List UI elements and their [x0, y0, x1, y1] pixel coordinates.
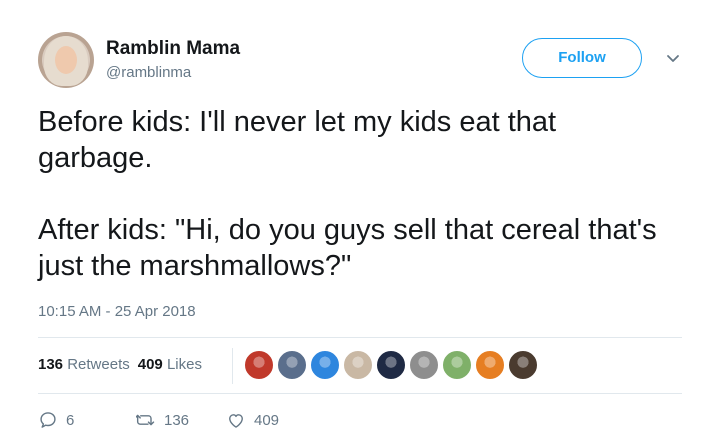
stats-separator	[232, 348, 233, 384]
reply-count: 6	[66, 411, 75, 429]
tweet-text-line-2: After kids: "Hi, do you guys sell that c…	[38, 214, 657, 282]
tweet-text: Before kids: I'll never let my kids eat …	[38, 104, 678, 284]
tweet-card: Ramblin Mama @ramblinma Follow Before ki…	[0, 0, 720, 441]
like-action[interactable]: 409	[226, 408, 279, 432]
likes-count: 409	[137, 356, 163, 373]
liker-avatar-7[interactable]	[442, 350, 472, 380]
retweets-label: Retweets	[67, 356, 130, 373]
tweet-timestamp[interactable]: 10:15 AM - 25 Apr 2018	[38, 303, 196, 320]
liker-avatar-1[interactable]	[244, 350, 274, 380]
retweet-count: 136	[164, 411, 190, 429]
liker-avatar-8[interactable]	[475, 350, 505, 380]
tweet-text-line-1: Before kids: I'll never let my kids eat …	[38, 106, 557, 174]
divider	[38, 393, 682, 394]
reply-icon	[40, 412, 56, 428]
liker-avatar-9[interactable]	[508, 350, 538, 380]
liker-avatar-2[interactable]	[277, 350, 307, 380]
liker-avatar-5[interactable]	[376, 350, 406, 380]
likes-stat[interactable]: 409 Likes	[138, 356, 202, 373]
author-handle[interactable]: @ramblinma	[106, 64, 191, 81]
retweet-action[interactable]: 136	[136, 408, 189, 432]
chevron-down-icon[interactable]	[666, 54, 680, 64]
like-count: 409	[254, 411, 280, 429]
liker-avatar-4[interactable]	[343, 350, 373, 380]
heart-icon	[229, 414, 243, 428]
retweets-count: 136	[38, 356, 64, 373]
likes-label: Likes	[166, 356, 202, 373]
author-avatar[interactable]	[38, 32, 94, 88]
divider	[38, 337, 682, 338]
reply-action[interactable]: 6	[38, 408, 74, 432]
retweet-icon	[136, 414, 155, 426]
retweets-stat[interactable]: 136 Retweets	[38, 356, 130, 373]
tweet-stats: 136 Retweets 409 Likes	[38, 348, 233, 384]
liker-avatar-6[interactable]	[409, 350, 439, 380]
author-display-name[interactable]: Ramblin Mama	[106, 38, 240, 60]
avatar-face	[55, 46, 77, 74]
follow-button[interactable]: Follow	[522, 38, 642, 78]
liker-avatar-3[interactable]	[310, 350, 340, 380]
